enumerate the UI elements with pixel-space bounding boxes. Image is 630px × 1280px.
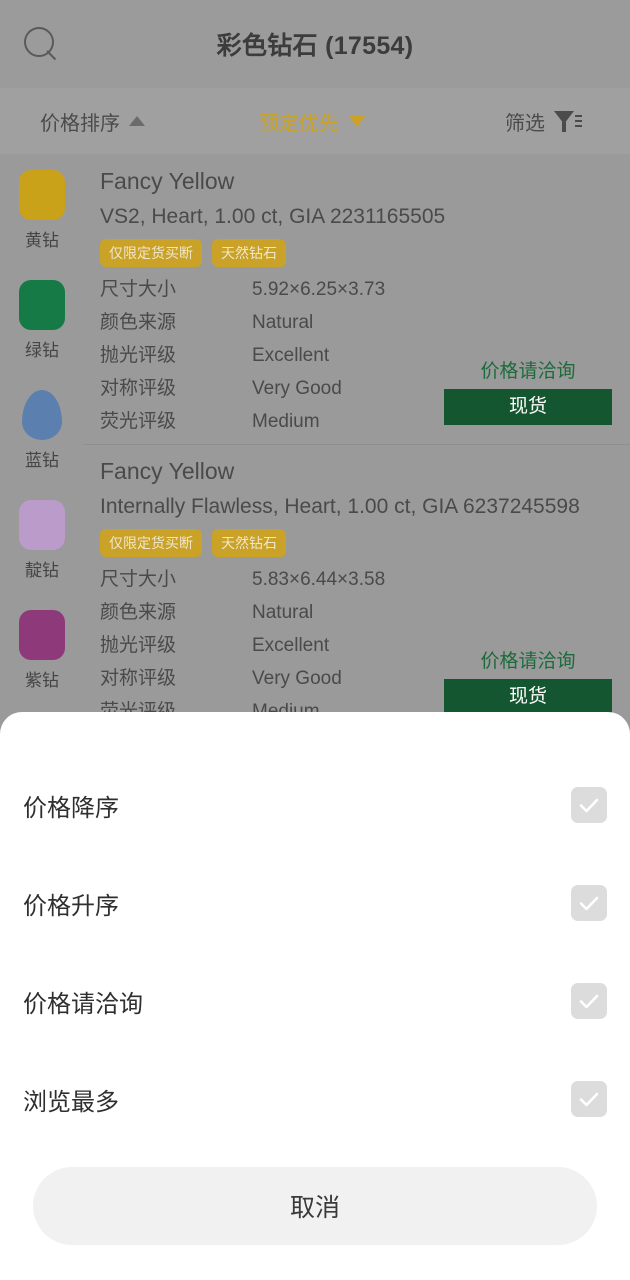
rail-item-靛钻[interactable]: 靛钻 — [0, 500, 84, 581]
sort-option-label: 价格请洽询 — [23, 990, 143, 1018]
stock-status-button[interactable]: 现货 — [444, 679, 612, 715]
booking-priority-label: 预定优先 — [259, 112, 339, 135]
page-title: 彩色钻石 (17554) — [216, 32, 414, 60]
listing-title: Fancy Yellow — [100, 458, 235, 484]
filter-icon — [554, 110, 582, 132]
caret-up-icon — [129, 116, 145, 126]
filter-button[interactable]: 筛选 — [505, 107, 582, 136]
sort-by-price-label: 价格排序 — [40, 112, 120, 135]
spec-value: 5.92×6.25×3.73 — [252, 279, 386, 300]
gem-icon — [19, 610, 65, 660]
listing-tags: 仅限定货买断 天然钻石 — [100, 239, 630, 267]
spec-label: 颜色来源 — [100, 602, 177, 623]
spec-row: 尺寸大小 5.92×6.25×3.73 — [100, 273, 630, 306]
spec-label: 对称评级 — [100, 378, 177, 399]
app-header: 彩色钻石 (17554) — [0, 0, 630, 88]
spec-row: 颜色来源 Natural — [100, 596, 630, 629]
listing-divider — [84, 444, 630, 445]
listing-subtitle: VS2, Heart, 1.00 ct, GIA 2231165505 — [100, 205, 446, 228]
spec-row: 颜色来源 Natural — [100, 306, 630, 339]
gem-icon — [22, 390, 62, 440]
rail-item-黄钻[interactable]: 黄钻 — [0, 170, 84, 251]
spec-label: 颜色来源 — [100, 312, 177, 333]
cancel-button[interactable]: 取消 — [33, 1167, 597, 1245]
booking-priority-button[interactable]: 预定优先 — [259, 107, 366, 136]
rail-item-label: 绿钻 — [25, 341, 59, 360]
sort-option-checkbox[interactable] — [571, 885, 607, 921]
spec-label: 尺寸大小 — [100, 569, 177, 590]
listing-card[interactable]: Fancy Yellow VS2, Heart, 1.00 ct, GIA 223… — [84, 168, 630, 438]
spec-label: 对称评级 — [100, 668, 177, 689]
spec-label: 荧光评级 — [100, 411, 177, 432]
sort-filter-toolbar: 价格排序 预定优先 筛选 — [0, 88, 630, 154]
listing-subtitle: Internally Flawless, Heart, 1.00 ct, GIA… — [100, 495, 580, 518]
search-button[interactable] — [6, 0, 76, 88]
spec-label: 尺寸大小 — [100, 279, 177, 300]
gem-icon — [19, 280, 65, 330]
sort-options-list: 价格降序价格升序价格请洽询浏览最多 — [0, 756, 630, 1148]
sort-option-row[interactable]: 浏览最多 — [0, 1050, 630, 1148]
spec-value: Natural — [252, 312, 314, 333]
rail-item-label: 黄钻 — [25, 231, 59, 250]
rail-item-蓝钻[interactable]: 蓝钻 — [0, 390, 84, 471]
price-inquiry-text: 价格请洽询 — [480, 361, 576, 382]
listing-card[interactable]: Fancy Yellow Internally Flawless, Heart, … — [84, 458, 630, 728]
listing-tag: 仅限定货买断 — [100, 239, 202, 267]
caret-down-icon — [348, 115, 366, 127]
gem-icon — [19, 170, 65, 220]
stock-status-button[interactable]: 现货 — [444, 389, 612, 425]
sort-option-checkbox[interactable] — [571, 1081, 607, 1117]
listing-tags: 仅限定货买断 天然钻石 — [100, 529, 630, 557]
sort-option-label: 价格降序 — [23, 794, 119, 822]
sort-option-checkbox[interactable] — [571, 983, 607, 1019]
sort-options-sheet: 价格降序价格升序价格请洽询浏览最多 取消 — [0, 712, 630, 1280]
rail-item-紫钻[interactable]: 紫钻 — [0, 610, 84, 691]
rail-item-label: 蓝钻 — [25, 451, 59, 470]
listing-price-area: 价格请洽询 现货 — [444, 356, 612, 425]
spec-value: Natural — [252, 602, 314, 623]
search-icon — [24, 27, 58, 61]
sort-option-row[interactable]: 价格请洽询 — [0, 952, 630, 1050]
sort-option-label: 价格升序 — [23, 892, 119, 920]
spec-row: 尺寸大小 5.83×6.44×3.58 — [100, 563, 630, 596]
listing-tag: 天然钻石 — [212, 529, 286, 557]
rail-item-label: 靛钻 — [25, 561, 59, 580]
sort-by-price-button[interactable]: 价格排序 — [40, 107, 145, 136]
rail-item-label: 紫钻 — [25, 671, 59, 690]
sort-option-row[interactable]: 价格升序 — [0, 854, 630, 952]
sort-option-checkbox[interactable] — [571, 787, 607, 823]
price-inquiry-text: 价格请洽询 — [480, 651, 576, 672]
gem-icon — [19, 500, 65, 550]
sort-option-row[interactable]: 价格降序 — [0, 756, 630, 854]
spec-label: 抛光评级 — [100, 345, 177, 366]
filter-label: 筛选 — [505, 112, 545, 135]
spec-value: 5.83×6.44×3.58 — [252, 569, 386, 590]
listing-price-area: 价格请洽询 现货 — [444, 646, 612, 715]
listing-tag: 仅限定货买断 — [100, 529, 202, 557]
listing-title: Fancy Yellow — [100, 168, 235, 194]
listing-tag: 天然钻石 — [212, 239, 286, 267]
sort-option-label: 浏览最多 — [23, 1088, 119, 1116]
rail-item-绿钻[interactable]: 绿钻 — [0, 280, 84, 361]
spec-label: 抛光评级 — [100, 635, 177, 656]
